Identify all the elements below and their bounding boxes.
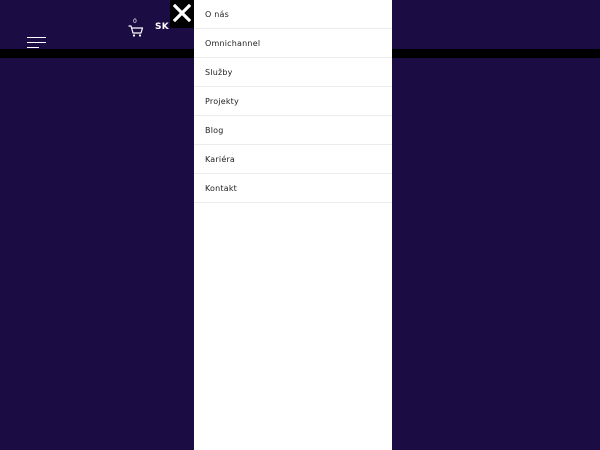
page: 0 SK O nás Omnichannel Služby Projekty B… <box>0 0 600 450</box>
language-switcher[interactable]: SK <box>155 22 169 32</box>
menu-item-omnichannel[interactable]: Omnichannel <box>194 29 392 58</box>
mobile-menu-panel: O nás Omnichannel Služby Projekty Blog K… <box>194 0 392 450</box>
menu-item-kariera[interactable]: Kariéra <box>194 145 392 174</box>
close-menu-button[interactable] <box>170 0 194 28</box>
menu-list: O nás Omnichannel Služby Projekty Blog K… <box>194 0 392 203</box>
menu-item-blog[interactable]: Blog <box>194 116 392 145</box>
cart-count: 0 <box>133 18 137 25</box>
menu-item-kontakt[interactable]: Kontakt <box>194 174 392 203</box>
hamburger-icon[interactable] <box>27 37 46 49</box>
hamburger-line <box>27 37 46 38</box>
hamburger-line <box>27 47 39 48</box>
close-icon <box>173 4 191 22</box>
menu-item-o-nas[interactable]: O nás <box>194 0 392 29</box>
hamburger-line <box>27 42 46 43</box>
menu-item-sluzby[interactable]: Služby <box>194 58 392 87</box>
cart-button[interactable]: 0 <box>128 18 144 38</box>
menu-item-projekty[interactable]: Projekty <box>194 87 392 116</box>
